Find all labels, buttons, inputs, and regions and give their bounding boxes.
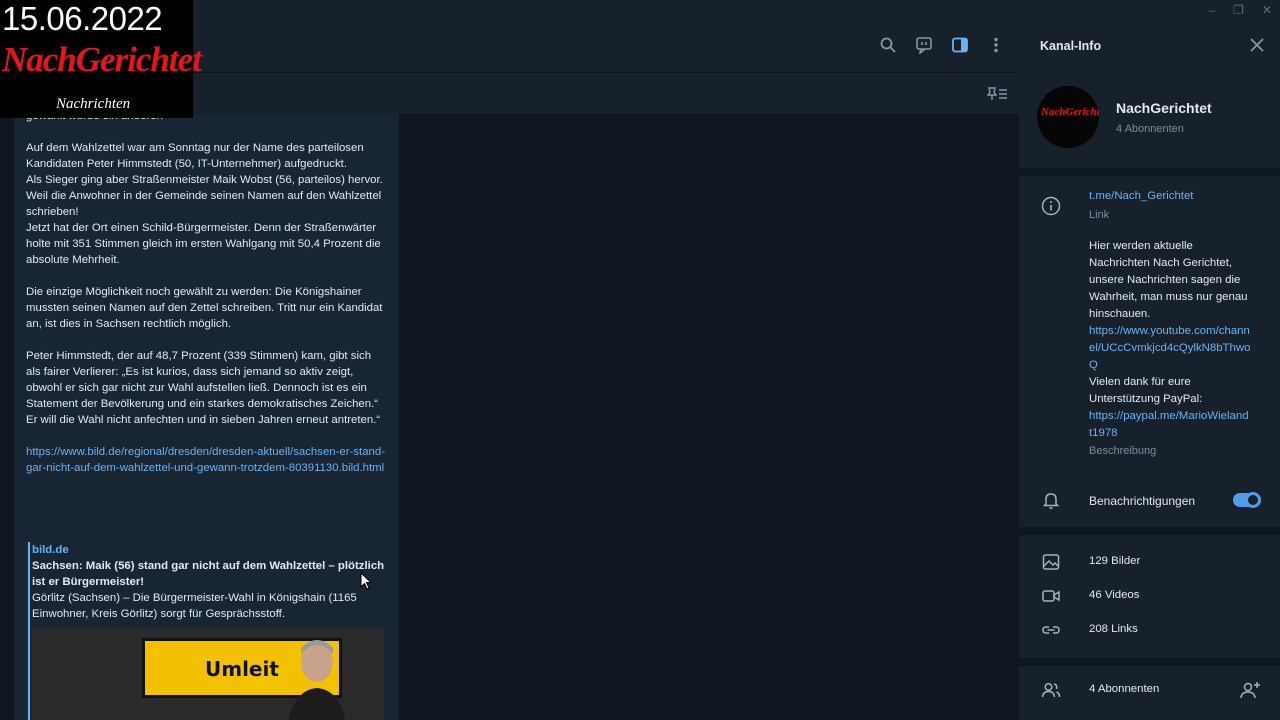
video-icon <box>1042 590 1060 602</box>
pinned-list-icon[interactable] <box>985 85 1009 103</box>
maximize-button[interactable]: ❐ <box>1233 3 1244 17</box>
road-sign-text: Umleit <box>205 657 279 681</box>
link-icon <box>1042 626 1060 634</box>
logo-subtitle: Nachrichten <box>56 96 131 112</box>
channel-logo-overlay: 15.06.2022 NachGerichtet Nachrichten <box>0 0 202 118</box>
message-paragraph: Die einzige Möglichkeit noch gewählt zu … <box>26 286 383 330</box>
description-text: Hier werden aktuelle Nachrichten Nach Ge… <box>1089 240 1248 320</box>
logo-name: NachGerichtet <box>2 40 202 79</box>
stat-links[interactable]: 208 Links <box>1089 623 1138 635</box>
message-paragraph: Peter Himmstedt, der auf 48,7 Prozent (3… <box>26 350 381 426</box>
message-paragraph: Auf dem Wahlzettel war am Sonntag nur de… <box>26 142 383 266</box>
preview-title: Sachsen: Maik (56) stand gar nicht auf d… <box>32 560 385 588</box>
close-icon[interactable] <box>1250 38 1264 52</box>
person-photo <box>288 640 346 720</box>
more-icon[interactable] <box>987 36 1005 54</box>
link-preview[interactable]: bild.de Sachsen: Maik (56) stand gar nic… <box>28 542 388 720</box>
stat-photos[interactable]: 129 Bilder <box>1089 555 1140 567</box>
stat-videos[interactable]: 46 Videos <box>1089 589 1139 601</box>
close-window-button[interactable]: ✕ <box>1262 3 1272 17</box>
users-icon <box>1041 682 1061 698</box>
message-bubble[interactable]: gewählt wurde ein anderer! Auf dem Wahlz… <box>14 114 399 720</box>
paypal-link[interactable]: https://paypal.me/MarioWielandt1978 <box>1089 410 1249 439</box>
add-user-icon[interactable] <box>1239 680 1261 700</box>
info-header: Kanal-Info <box>1019 22 1280 68</box>
minimize-button[interactable]: – <box>1208 3 1215 17</box>
info-icon <box>1041 196 1061 216</box>
description-label: Beschreibung <box>1089 445 1157 457</box>
avatar-text: NachGerichtet <box>1041 106 1099 118</box>
divider <box>1019 658 1280 666</box>
avatar[interactable]: NachGerichtet <box>1037 86 1099 148</box>
youtube-link[interactable]: https://www.youtube.com/channel/UCcCvmkj… <box>1089 325 1250 371</box>
channel-description: Hier werden aktuelle Nachrichten Nach Ge… <box>1089 238 1251 442</box>
photo-icon <box>1042 554 1060 570</box>
divider <box>1019 527 1280 535</box>
search-icon[interactable] <box>879 36 897 54</box>
channel-subscribers: 4 Abonnenten <box>1116 123 1184 135</box>
preview-site: bild.de <box>32 544 69 556</box>
video-chat-icon[interactable] <box>915 36 933 54</box>
stat-members[interactable]: 4 Abonnenten <box>1089 683 1159 695</box>
window-controls: – ❐ ✕ <box>1208 3 1272 17</box>
channel-name: NachGerichtet <box>1116 100 1212 116</box>
preview-description: Görlitz (Sachsen) – Die Bürgermeister-Wa… <box>32 592 357 620</box>
channel-link-label: Link <box>1089 209 1110 221</box>
divider <box>1019 168 1280 176</box>
channel-link[interactable]: t.me/Nach_Gerichtet <box>1089 190 1193 202</box>
bell-icon <box>1042 493 1060 509</box>
sidebar-toggle-icon[interactable] <box>951 36 969 54</box>
toggle-knob <box>1245 492 1261 508</box>
info-title: Kanal-Info <box>1040 39 1102 53</box>
preview-image[interactable]: Umleit <box>32 628 384 720</box>
notifications-label: Benachrichtigungen <box>1089 494 1196 508</box>
description-text-2: Vielen dank für eure Unterstützung PayPa… <box>1089 376 1203 405</box>
chat-area: gewählt wurde ein anderer! Auf dem Wahlz… <box>0 22 1019 720</box>
preview-accent-bar <box>28 542 30 720</box>
mouse-cursor-icon <box>360 572 372 590</box>
channel-profile: NachGerichtet NachGerichtet 4 Abonnenten <box>1019 68 1280 168</box>
channel-info-panel: Kanal-Info NachGerichtet NachGerichtet 4… <box>1019 22 1280 720</box>
message-url[interactable]: https://www.bild.de/regional/dresden/dre… <box>26 444 388 476</box>
message-text: gewählt wurde ein anderer! Auf dem Wahlz… <box>26 114 388 492</box>
header-actions <box>879 36 1005 54</box>
logo-date: 15.06.2022 <box>2 0 163 37</box>
notifications-toggle[interactable] <box>1233 492 1261 508</box>
